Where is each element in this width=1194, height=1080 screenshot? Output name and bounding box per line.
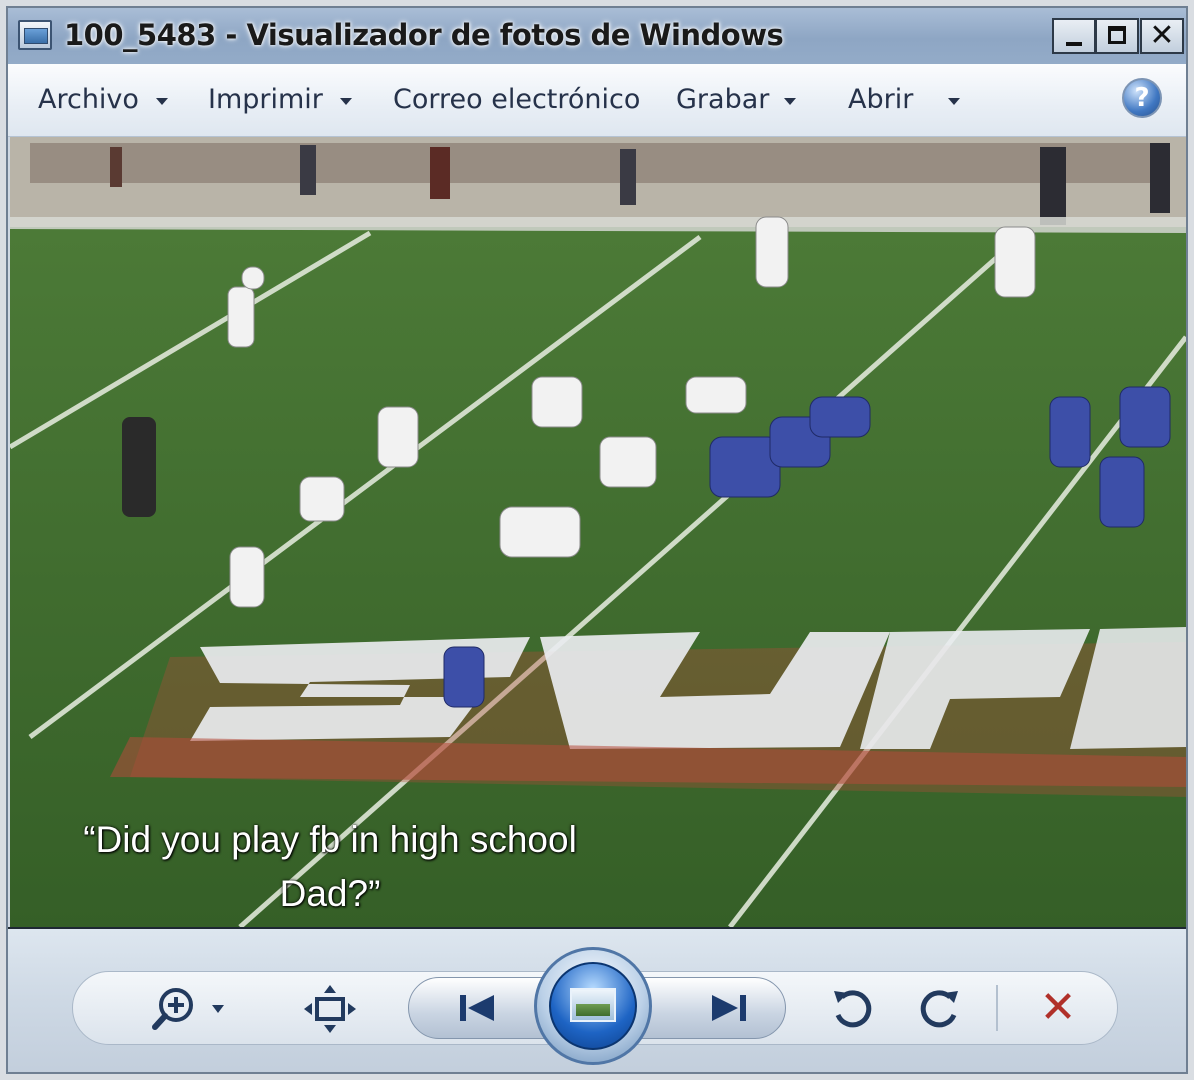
maximize-button[interactable]: [1095, 18, 1139, 54]
photo-display[interactable]: “Did you play fb in high school Dad?”: [10, 137, 1186, 927]
next-button[interactable]: [698, 985, 758, 1031]
field-logo-paint: [110, 627, 1186, 797]
previous-button[interactable]: [448, 985, 508, 1031]
caption-overlay: “Did you play fb in high school Dad?”: [10, 813, 650, 921]
fit-to-window-icon: [304, 985, 356, 1033]
menu-imprimir[interactable]: Imprimir: [208, 84, 323, 115]
zoom-button[interactable]: [146, 981, 236, 1037]
toolbar-divider: [996, 985, 998, 1031]
rotate-counterclockwise-button[interactable]: [824, 981, 880, 1037]
zoom-icon: [152, 988, 224, 1030]
menu-grabar[interactable]: Grabar: [676, 84, 769, 115]
help-icon: ?: [1134, 83, 1150, 113]
football-field-photo: [10, 137, 1186, 927]
title-bar[interactable]: 100_5483 - Visualizador de fotos de Wind…: [8, 8, 1186, 65]
menu-correo-electronico[interactable]: Correo electrónico: [393, 84, 640, 115]
bottom-control-bar: ✕: [8, 927, 1186, 1072]
help-button[interactable]: ?: [1122, 78, 1162, 118]
slideshow-icon: [570, 988, 616, 1022]
rotate-clockwise-icon: [920, 990, 958, 1028]
referee: [122, 417, 156, 517]
previous-icon: [460, 995, 494, 1021]
delete-icon: ✕: [1039, 982, 1077, 1033]
photo-viewer-app-icon[interactable]: [18, 20, 52, 50]
menu-bar: Archivo Imprimir Correo electrónico Grab…: [8, 64, 1186, 137]
delete-button[interactable]: ✕: [1028, 979, 1088, 1037]
photo-viewer-window: 100_5483 - Visualizador de fotos de Wind…: [6, 6, 1188, 1074]
actual-size-button[interactable]: [300, 981, 360, 1037]
next-icon: [712, 995, 746, 1021]
abrir-dropdown-caret-icon[interactable]: [948, 98, 960, 105]
slideshow-button[interactable]: [534, 947, 652, 1065]
minimize-button[interactable]: [1052, 18, 1096, 54]
rotate-counterclockwise-icon: [834, 990, 872, 1028]
menu-abrir[interactable]: Abrir: [848, 84, 913, 115]
menu-archivo[interactable]: Archivo: [38, 84, 139, 115]
caption-line-1: “Did you play fb in high school: [83, 819, 577, 860]
close-icon: ✕: [1149, 18, 1175, 53]
rotate-clockwise-button[interactable]: [912, 981, 968, 1037]
slideshow-button-glass: [549, 962, 637, 1050]
grabar-dropdown-caret-icon[interactable]: [784, 98, 796, 105]
archivo-dropdown-caret-icon[interactable]: [156, 98, 168, 105]
close-button[interactable]: ✕: [1140, 18, 1184, 54]
caption-line-2: Dad?”: [279, 873, 381, 914]
window-title: 100_5483 - Visualizador de fotos de Wind…: [64, 18, 784, 52]
imprimir-dropdown-caret-icon[interactable]: [340, 98, 352, 105]
